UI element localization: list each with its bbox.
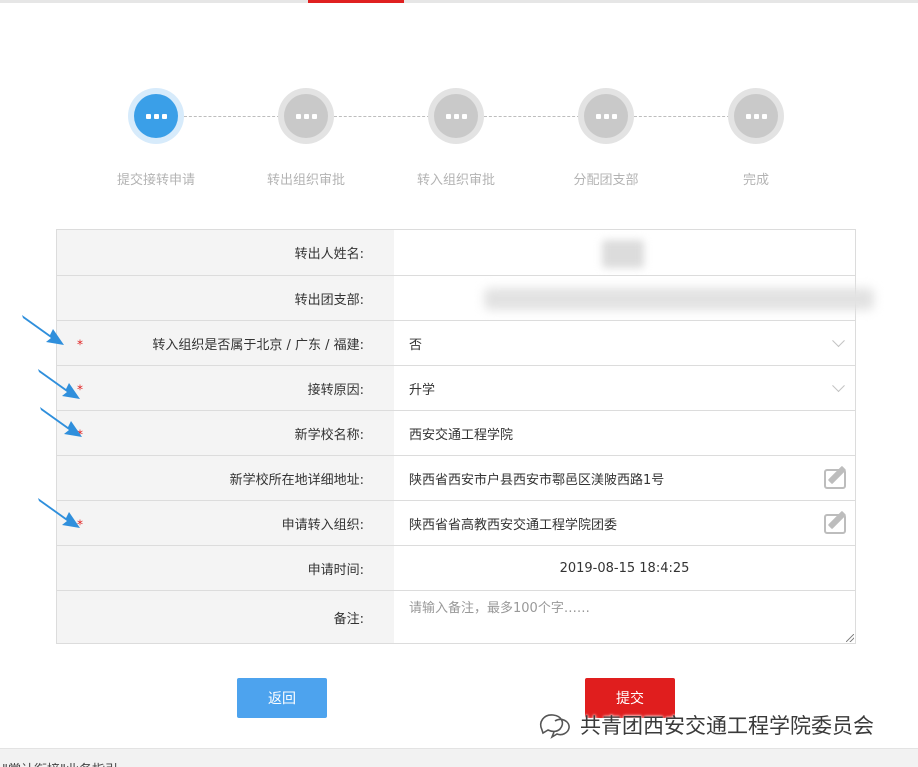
- field-label-wrap: * 转入组织是否属于北京 / 广东 / 福建:: [57, 321, 394, 365]
- field-label: 转入组织是否属于北京 / 广东 / 福建:: [152, 337, 364, 353]
- step-label: 提交接转申请: [116, 173, 195, 188]
- field-label-wrap: * 新学校名称:: [57, 411, 394, 455]
- note-textarea[interactable]: [394, 591, 855, 643]
- ellipsis-icon: [134, 94, 178, 138]
- time-value: 2019-08-15 18:4:25: [394, 546, 855, 590]
- step-label: 转入组织审批: [416, 173, 495, 188]
- form-row-school: * 新学校名称: 西安交通工程学院: [57, 410, 855, 455]
- target-org-field: 陕西省省高教西安交通工程学院团委: [394, 501, 855, 545]
- redacted-branch: [484, 288, 874, 310]
- field-label: 新学校所在地详细地址:: [57, 456, 394, 500]
- step-complete: 完成: [686, 88, 826, 188]
- field-label: 接转原因:: [307, 382, 364, 398]
- step-indicator: [578, 88, 634, 144]
- redacted-name: [602, 240, 644, 268]
- address-field: 陕西省西安市户县西安市鄠邑区渼陂西路1号: [394, 456, 855, 500]
- required-mark: *: [77, 337, 83, 352]
- chevron-down-icon: [832, 379, 845, 393]
- school-name-input[interactable]: 西安交通工程学院: [394, 411, 855, 455]
- step-assign-branch: 分配团支部: [536, 88, 676, 188]
- annotation-arrow-icon: [40, 407, 82, 437]
- input-value: 西安交通工程学院: [409, 427, 514, 443]
- step-indicator: [428, 88, 484, 144]
- form-row-note: 备注:: [57, 590, 855, 643]
- branch-value: [394, 276, 874, 320]
- ellipsis-icon: [584, 94, 628, 138]
- select-value: 升学: [409, 382, 436, 398]
- field-label: 申请时间:: [57, 546, 394, 590]
- top-divider: [0, 0, 918, 3]
- watermark-text: 共青团西安交通工程学院委员会: [580, 714, 874, 738]
- ellipsis-icon: [734, 94, 778, 138]
- step-out-org-approval: 转出组织审批: [236, 88, 376, 188]
- ellipsis-icon: [284, 94, 328, 138]
- name-value: [394, 230, 855, 275]
- select-value: 否: [409, 337, 423, 353]
- step-label: 分配团支部: [573, 173, 639, 188]
- annotation-arrow-icon: [38, 369, 80, 399]
- bottom-bar: "掌计衔接"业务指引:: [0, 748, 918, 767]
- resize-grip-icon[interactable]: [846, 634, 854, 642]
- transfer-application-form: 转出人姓名: 转出团支部: * 转入组织是否属于北京 / 广东 / 福建: 否 …: [56, 229, 874, 644]
- field-label-wrap: * 申请转入组织:: [57, 501, 394, 545]
- watermark: 共青团西安交通工程学院委员会: [538, 710, 874, 740]
- address-value: 陕西省西安市户县西安市鄠邑区渼陂西路1号: [409, 472, 665, 488]
- form-row-address: 新学校所在地详细地址: 陕西省西安市户县西安市鄠邑区渼陂西路1号: [57, 455, 855, 500]
- target-org-value: 陕西省省高教西安交通工程学院团委: [409, 517, 618, 533]
- step-indicator: [128, 88, 184, 144]
- chevron-down-icon: [832, 334, 845, 348]
- field-label: 新学校名称:: [294, 427, 364, 443]
- annotation-arrow-icon: [38, 498, 80, 528]
- step-submit-application: 提交接转申请: [86, 88, 226, 188]
- note-cell: [394, 591, 855, 643]
- active-tab-indicator: [308, 0, 404, 3]
- region-select[interactable]: 否: [394, 321, 855, 365]
- step-indicator: [728, 88, 784, 144]
- field-label: 转出团支部:: [57, 276, 394, 320]
- form-row-region: * 转入组织是否属于北京 / 广东 / 福建: 否: [57, 320, 855, 365]
- back-button[interactable]: 返回: [237, 678, 327, 718]
- form-row-time: 申请时间: 2019-08-15 18:4:25: [57, 545, 855, 590]
- field-label-wrap: * 接转原因:: [57, 366, 394, 410]
- field-label: 申请转入组织:: [281, 517, 364, 533]
- reason-select[interactable]: 升学: [394, 366, 855, 410]
- edit-icon[interactable]: [823, 510, 853, 536]
- form-row-name: 转出人姓名:: [57, 230, 855, 275]
- step-indicator: [278, 88, 334, 144]
- wechat-official-account-icon: [539, 714, 570, 739]
- annotation-arrow-icon: [22, 315, 64, 345]
- field-label: 转出人姓名:: [57, 230, 394, 275]
- step-in-org-approval: 转入组织审批: [386, 88, 526, 188]
- ellipsis-icon: [434, 94, 478, 138]
- form-row-target-org: * 申请转入组织: 陕西省省高教西安交通工程学院团委: [57, 500, 855, 545]
- field-label: 备注:: [57, 591, 394, 643]
- form-row-reason: * 接转原因: 升学: [57, 365, 855, 410]
- edit-icon[interactable]: [823, 465, 853, 491]
- form-row-branch: 转出团支部:: [57, 275, 874, 320]
- guide-text: "掌计衔接"业务指引:: [2, 759, 122, 767]
- step-label: 转出组织审批: [266, 173, 345, 188]
- step-label: 完成: [742, 173, 769, 188]
- progress-stepper: 提交接转申请 转出组织审批 转入组织审批 分配团支部 完成: [0, 88, 918, 198]
